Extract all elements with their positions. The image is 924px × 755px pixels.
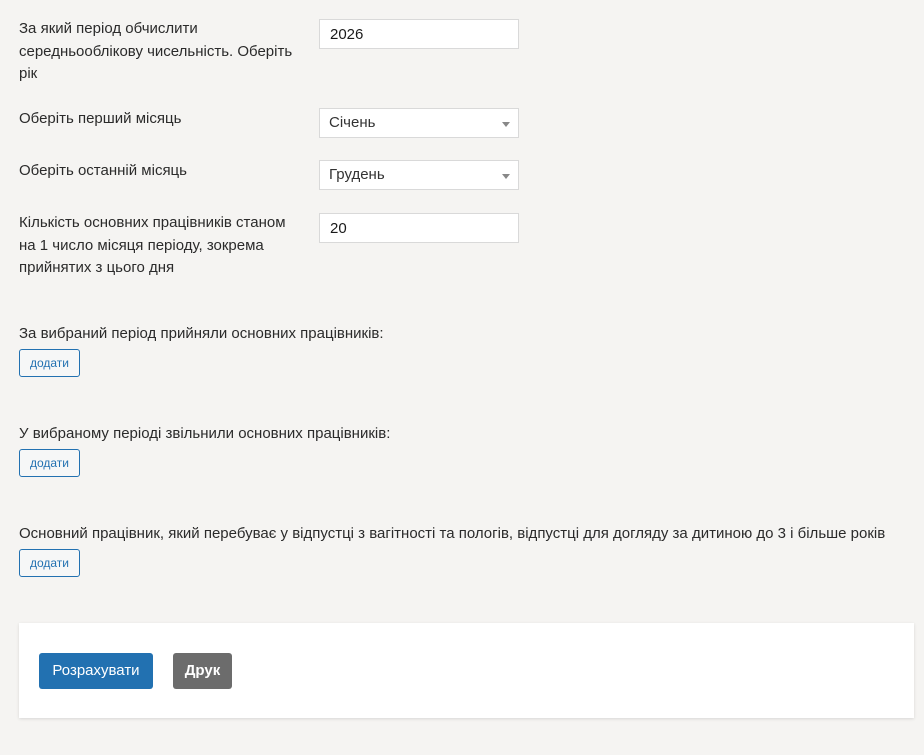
print-button[interactable]: Друк [173, 653, 232, 689]
first-month-selected-value: Січень [329, 114, 376, 131]
actions-panel: Розрахувати Друк [19, 623, 914, 718]
employees-count-label: Кількість основних працівників станом на… [19, 214, 286, 276]
hired-label: За вибраний період прийняли основних пра… [19, 325, 384, 342]
calculate-button[interactable]: Розрахувати [39, 653, 153, 689]
on-leave-label: Основний працівник, який перебуває у від… [19, 525, 886, 542]
dismissed-label: У вибраному періоді звільнили основних п… [19, 425, 391, 442]
year-label: За який період обчислити середньообліков… [19, 20, 293, 82]
add-on-leave-button[interactable]: додати [19, 549, 80, 577]
last-month-label: Оберіть останній місяць [19, 162, 187, 179]
chevron-down-icon [502, 122, 510, 127]
last-month-select[interactable]: Грудень [319, 160, 519, 190]
add-dismissed-button[interactable]: додати [19, 449, 80, 477]
chevron-down-icon [502, 174, 510, 179]
add-hired-button[interactable]: додати [19, 349, 80, 377]
year-input[interactable] [319, 19, 519, 49]
employees-count-input[interactable] [319, 213, 519, 243]
first-month-label: Оберіть перший місяць [19, 110, 182, 127]
first-month-select[interactable]: Січень [319, 108, 519, 138]
last-month-selected-value: Грудень [329, 166, 385, 183]
